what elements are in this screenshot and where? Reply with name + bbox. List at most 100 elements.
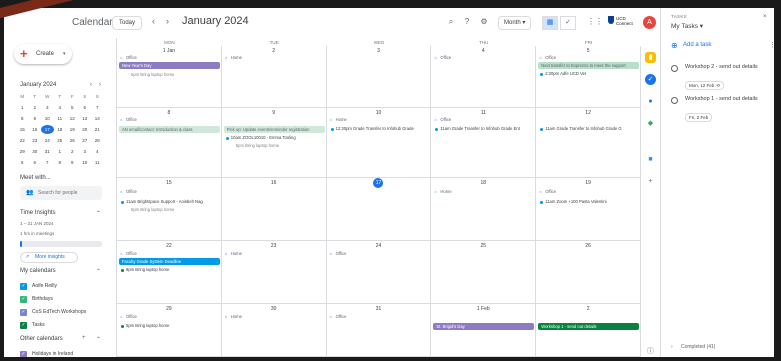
mini-day[interactable]: 20 xyxy=(79,125,92,134)
working-location[interactable]: ⌂ Home xyxy=(329,117,347,122)
mini-day[interactable]: 30 xyxy=(29,147,42,156)
event-subline[interactable]: 5pm Bring laptop home xyxy=(224,143,325,149)
mini-day[interactable]: 4 xyxy=(54,103,67,112)
day-number[interactable]: 25 xyxy=(431,243,535,249)
day-cell[interactable]: 19 xyxy=(536,178,641,240)
day-number[interactable]: 22 xyxy=(117,243,221,249)
timed-event[interactable]: 9pm Bring laptop home xyxy=(119,267,220,273)
close-icon[interactable]: × xyxy=(763,14,767,20)
checkbox-checked-icon[interactable]: ✓ xyxy=(20,322,27,329)
event-subline[interactable]: 5pm Bring laptop home xyxy=(119,207,220,213)
timed-event[interactable]: 11am Zoom +100 Pasta Valentini xyxy=(538,199,639,205)
working-location[interactable]: ⌂ Office xyxy=(538,189,556,194)
day-number[interactable]: 4 xyxy=(431,48,535,54)
avatar[interactable]: A xyxy=(643,16,656,29)
mini-day[interactable]: 5 xyxy=(66,103,79,112)
chevron-left-icon[interactable]: ‹ xyxy=(152,16,155,26)
mini-day[interactable]: 3 xyxy=(79,147,92,156)
task-date-chip[interactable]: Mon, 12 Feb ⟲ xyxy=(685,81,725,90)
all-day-event[interactable]: AN email/contact: Introduction & class xyxy=(119,126,220,133)
contacts-icon[interactable]: ● xyxy=(645,96,656,107)
all-day-event[interactable]: Workshop 1 - send out details xyxy=(538,323,639,330)
task-complete-radio[interactable] xyxy=(671,97,678,104)
info-icon[interactable]: ⓘ xyxy=(645,346,656,357)
mini-day[interactable]: 19 xyxy=(66,125,79,134)
mini-day[interactable]: 27 xyxy=(79,136,92,145)
mini-day[interactable]: 23 xyxy=(29,136,42,145)
mini-day[interactable]: 28 xyxy=(91,136,104,145)
day-number[interactable]: 10 xyxy=(327,110,431,116)
day-cell[interactable]: 12 xyxy=(536,108,641,177)
task-date-chip[interactable]: Fri, 2 Feb xyxy=(685,113,713,122)
mini-day[interactable]: 16 xyxy=(29,125,42,134)
all-day-event[interactable]: Faculty Grade System Deadline xyxy=(119,258,220,265)
task-complete-radio[interactable] xyxy=(671,65,678,72)
timed-event[interactable]: 11am Grade Transfer to Infohub Grade G xyxy=(538,126,639,132)
day-cell[interactable]: 30 xyxy=(222,304,327,356)
day-number[interactable]: 1 Feb xyxy=(431,306,535,312)
all-day-event[interactable]: New Year's Day xyxy=(119,62,220,69)
search-icon[interactable]: ⌕ xyxy=(446,17,456,27)
mini-day[interactable]: 6 xyxy=(79,103,92,112)
day-cell[interactable]: 16 xyxy=(222,178,327,240)
timed-event[interactable]: 11am Grade Transfer to Infohub Grade Ent xyxy=(433,126,534,132)
day-cell[interactable]: 25 xyxy=(431,241,537,303)
mini-day[interactable]: 14 xyxy=(91,114,104,123)
mini-day[interactable]: 31 xyxy=(41,147,54,156)
chevron-right-icon[interactable]: › xyxy=(166,16,169,26)
mini-day[interactable]: 7 xyxy=(41,158,54,167)
day-number[interactable]: 26 xyxy=(536,243,640,249)
calendar-item[interactable]: ✓ CoS EdTech Workshops xyxy=(20,307,86,317)
working-location[interactable]: ⌂ Home xyxy=(433,189,451,194)
mini-day[interactable]: 2 xyxy=(66,147,79,156)
create-button[interactable]: + Create ▾ xyxy=(14,44,72,64)
other-calendar-item[interactable]: ✓ Holidays in Ireland xyxy=(20,349,73,357)
day-number[interactable]: 1 Jan xyxy=(117,48,221,54)
working-location[interactable]: ⌂ Office xyxy=(538,55,556,60)
mini-day[interactable]: 10 xyxy=(41,114,54,123)
search-people-input[interactable]: 👥 Search for people xyxy=(20,186,102,200)
mini-day[interactable]: 6 xyxy=(29,158,42,167)
mini-day[interactable]: 4 xyxy=(91,147,104,156)
day-number[interactable]: 19 xyxy=(536,180,640,186)
calendar-item[interactable]: ✓ Birthdays xyxy=(20,294,53,304)
timed-event[interactable]: 10am ZOOL10010 - Emma Tooling xyxy=(224,135,325,141)
checkbox-checked-icon[interactable]: ✓ xyxy=(20,309,27,316)
task-item[interactable]: Workshop 2 - send out details Mon, 12 Feb… xyxy=(671,64,769,92)
day-cell[interactable]: 31 xyxy=(327,304,432,356)
working-location[interactable]: ⌂ Home xyxy=(224,55,242,60)
day-number[interactable]: 11 xyxy=(431,110,535,116)
maps-icon[interactable]: ◆ xyxy=(645,118,656,129)
day-cell[interactable]: 26 xyxy=(536,241,641,303)
gear-icon[interactable]: ⚙ xyxy=(479,17,489,27)
working-location[interactable]: ⌂ Home xyxy=(224,314,242,319)
checkbox-checked-icon[interactable]: ✓ xyxy=(20,283,27,290)
day-cell[interactable]: 29 xyxy=(117,304,222,356)
view-select[interactable]: Month ▾ xyxy=(498,16,532,30)
mini-day[interactable]: 5 xyxy=(16,158,29,167)
day-cell[interactable]: 18 xyxy=(431,178,537,240)
mini-day[interactable]: 11 xyxy=(91,158,104,167)
working-location[interactable]: ⌂ Office xyxy=(433,117,451,122)
day-number[interactable]: 24 xyxy=(327,243,431,249)
day-number[interactable]: 16 xyxy=(222,180,326,186)
working-location[interactable]: ⌂ Office xyxy=(119,55,137,60)
more-insights-button[interactable]: ↗ More insights xyxy=(20,252,78,263)
day-number-today[interactable]: 17 xyxy=(327,178,431,188)
checkbox-checked-icon[interactable]: ✓ xyxy=(20,296,27,303)
mini-day[interactable]: 15 xyxy=(16,125,29,134)
mini-day[interactable]: 24 xyxy=(41,136,54,145)
day-cell[interactable]: 1 Feb xyxy=(431,304,537,356)
mini-day[interactable]: 18 xyxy=(54,125,67,134)
more-options-icon[interactable]: ⋮ xyxy=(769,41,774,49)
working-location[interactable]: ⌂ Office xyxy=(119,314,137,319)
apps-grid-icon[interactable]: ⋮⋮ xyxy=(587,17,603,27)
tasks-view-toggle[interactable]: ✓ xyxy=(560,16,576,30)
mini-day[interactable]: 10 xyxy=(79,158,92,167)
checkbox-checked-icon[interactable]: ✓ xyxy=(20,351,27,357)
mini-day[interactable]: 8 xyxy=(16,114,29,123)
mini-day[interactable]: 26 xyxy=(66,136,79,145)
add-task-button[interactable]: ⊕ Add a task xyxy=(671,41,711,50)
day-number[interactable]: 23 xyxy=(222,243,326,249)
add-icon[interactable]: + xyxy=(645,176,656,187)
